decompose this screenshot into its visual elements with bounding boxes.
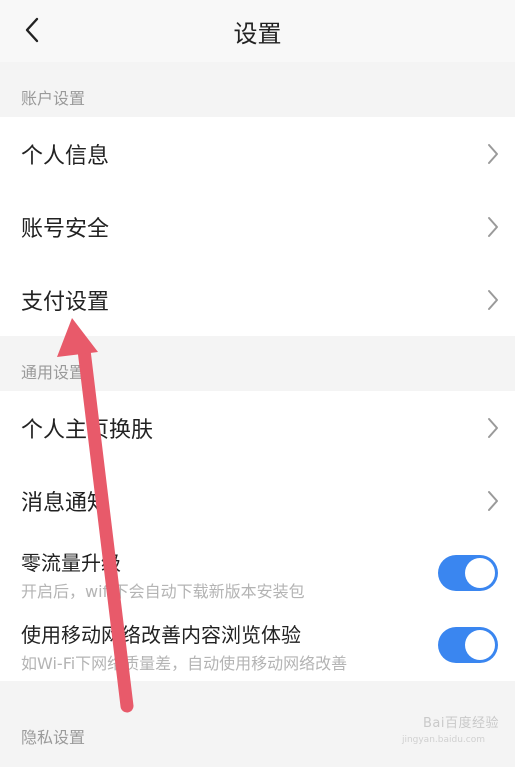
- page-title: 设置: [233, 20, 282, 48]
- row-label: 支付设置: [21, 289, 110, 315]
- row-account-security[interactable]: 账号安全: [0, 190, 515, 263]
- row-personal-info[interactable]: 个人信息: [0, 117, 515, 190]
- row-label: 个人主页换肤: [21, 417, 154, 443]
- toggle-knob: [465, 630, 495, 660]
- section-header-account: 账户设置: [21, 89, 86, 108]
- row-mobile-network-boost: 使用移动网络改善内容浏览体验 如Wi-Fi下网络质量差，自动使用移动网络改善: [0, 609, 515, 681]
- row-homepage-skin[interactable]: 个人主页换肤: [0, 391, 515, 464]
- chevron-right-icon: [488, 143, 498, 164]
- chevron-right-icon: [488, 417, 498, 438]
- chevron-right-icon: [488, 490, 498, 511]
- general-settings-group: 个人主页换肤 消息通知 零流量升级 开启后，wifi下会自动下载新版本安装包 使…: [0, 391, 515, 681]
- row-label: 个人信息: [21, 143, 110, 169]
- row-notifications[interactable]: 消息通知: [0, 464, 515, 537]
- watermark-url: jingyan.baidu.com: [401, 735, 485, 745]
- account-settings-group: 个人信息 账号安全 支付设置: [0, 117, 515, 336]
- watermark: Bai百度经验: [423, 716, 499, 731]
- row-label: 消息通知: [21, 490, 110, 516]
- toggle-title: 使用移动网络改善内容浏览体验: [21, 623, 301, 647]
- toggle-title: 零流量升级: [21, 551, 121, 575]
- toggle-subtitle: 开启后，wifi下会自动下载新版本安装包: [21, 582, 305, 601]
- row-label: 账号安全: [21, 216, 110, 242]
- toggle-subtitle: 如Wi-Fi下网络质量差，自动使用移动网络改善: [21, 654, 348, 673]
- toggle-knob: [465, 558, 495, 588]
- row-payment-settings[interactable]: 支付设置: [0, 263, 515, 336]
- chevron-right-icon: [488, 289, 498, 310]
- chevron-right-icon: [488, 216, 498, 237]
- top-bar: 设置: [0, 0, 515, 62]
- mobile-network-boost-toggle[interactable]: [438, 627, 498, 663]
- section-header-general: 通用设置: [21, 363, 86, 382]
- row-zero-data-upgrade: 零流量升级 开启后，wifi下会自动下载新版本安装包: [0, 537, 515, 609]
- zero-data-upgrade-toggle[interactable]: [438, 555, 498, 591]
